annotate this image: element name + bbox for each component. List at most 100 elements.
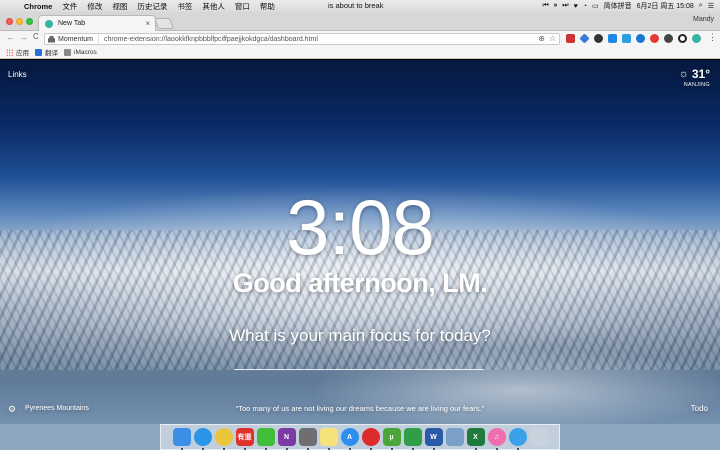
tab-new-tab[interactable]: New Tab × [38,15,156,31]
address-bar[interactable]: Momentum chrome-extension://laookkfknpbb… [44,33,560,45]
battery-icon[interactable]: ▭ [592,2,599,10]
macos-dock: 有道 N Aµ W X ♫ [160,424,560,450]
bookmark-translate[interactable]: 翻译 [35,47,58,57]
bookmark-apps[interactable]: 应用 [6,47,29,57]
dock-itunes-icon[interactable]: ♫ [487,428,506,450]
dock-evernote-icon[interactable] [403,428,422,450]
dock-chrome-icon[interactable] [214,428,233,450]
menu-app-name[interactable]: Chrome [24,2,52,11]
focus-question: What is your main focus for today? [229,326,491,345]
dock-icon-label: N [283,433,290,441]
dock-icon-label: ♫ [493,433,500,441]
wifi-icon[interactable]: ◔ [583,3,587,10]
greeting: Good afternoon, LM. [232,268,488,298]
menu-history[interactable]: 历史记录 [137,1,167,12]
temperature: 31° [691,67,710,81]
dock-wechat-icon[interactable] [256,428,275,450]
weather-widget[interactable]: ☼ 31° NANJING [679,67,710,88]
dock-qq-icon[interactable] [508,428,527,450]
dock-icon-label: X [473,433,478,441]
url-text[interactable]: chrome-extension://laookkfknpbbblfpciffp… [99,36,318,43]
minimize-window-button[interactable] [16,18,23,25]
browser-toolbar: ← → C Momentum chrome-extension://laookk… [0,31,720,46]
ring-extension-icon[interactable] [678,34,687,43]
menubar-clock[interactable]: 6月2日 周五 15:08 [637,1,694,11]
menu-help[interactable]: 帮助 [260,1,275,12]
dock-word-icon[interactable]: W [424,428,443,450]
menu-bookmarks[interactable]: 书签 [177,1,192,12]
new-tab-button[interactable] [153,18,175,29]
pause-icon[interactable]: ⏸ [554,2,558,10]
notification-center-icon[interactable]: ☰ [708,2,714,10]
bookmarks-bar: 应用 翻译 iMacros [0,46,720,59]
daily-quote: “Too many of us are not living our dream… [235,404,485,413]
dark-extension-icon[interactable] [664,34,673,43]
momentum-dashboard: Links ☼ 31° NANJING 3:08 Good afternoon,… [0,60,720,424]
dock-trash-icon[interactable] [529,428,548,446]
heart-icon[interactable]: ♥ [574,3,578,10]
dock-system-preferences-icon[interactable] [298,428,317,450]
profile-button[interactable]: Mandy [693,16,714,23]
bookmark-imacros[interactable]: iMacros [64,48,97,56]
dock-icon-label: A [346,433,353,441]
menu-people[interactable]: 其他人 [202,1,225,12]
browser-tabstrip: New Tab × Mandy [0,12,720,31]
circle-extension-icon[interactable] [594,34,603,43]
pocket-extension-icon[interactable] [608,34,617,43]
dock-netease-music-icon[interactable] [361,428,380,450]
previous-track-icon[interactable]: ⏮ [542,2,548,10]
extension-chip[interactable]: Momentum [45,34,100,44]
dock-youdao-icon[interactable]: 有道 [235,428,254,450]
gmail-extension-icon[interactable] [566,34,575,43]
macos-menubar: Chrome 文件 修改 视图 历史记录 书签 其他人 窗口 帮助 is abo… [0,0,720,12]
clock: 3:08 [286,183,435,271]
focus-input[interactable] [234,352,484,368]
bookmark-label: 应用 [16,50,29,57]
momentum-extension-icon[interactable] [692,34,701,43]
dock-onenote-icon[interactable]: N [277,428,296,450]
bookmark-label: 翻译 [45,50,58,57]
dock-safari-icon[interactable] [193,428,212,450]
puzzle-icon [48,35,55,43]
back-button[interactable]: ← [6,32,15,42]
menu-edit[interactable]: 修改 [87,1,102,12]
links-button[interactable]: Links [8,70,27,79]
extension-chip-label: Momentum [58,35,94,43]
dock-app-store-icon[interactable]: A [340,428,359,450]
site-settings-icon[interactable]: ⊕ [538,34,545,43]
apps-grid-icon [6,48,13,56]
tab-close-icon[interactable]: × [145,19,150,28]
next-track-icon[interactable]: ⏭ [562,2,568,10]
close-window-button[interactable] [6,18,13,25]
todo-button[interactable]: Todo [691,404,708,413]
tab-title: New Tab [58,20,86,27]
dock-utorrent-icon[interactable]: µ [382,428,401,450]
sun-icon: ☼ [678,68,689,80]
dock-icon-label: 有道 [237,434,252,441]
bookmark-label: iMacros [74,48,97,56]
folder-icon [64,48,71,56]
reload-button[interactable]: C [33,32,39,41]
weather-city: NANJING [683,82,710,88]
menu-window[interactable]: 窗口 [235,1,250,12]
desktop-bottom: 有道 N Aµ W X ♫ [0,424,720,450]
v-extension-icon[interactable] [622,34,631,43]
diamond-extension-icon[interactable] [579,33,590,44]
spotlight-icon[interactable]: ⌕ [699,2,703,10]
menubar-status-area: ⏮ ⏸ ⏭ ♥ ◔ ▭ 简体拼音 6月2日 周五 15:08 ⌕ ☰ [542,0,714,12]
dock-notes-icon[interactable] [319,428,338,450]
bookmark-star-icon[interactable]: ☆ [549,34,556,43]
dock-finder-icon[interactable] [172,428,191,450]
input-method[interactable]: 简体拼音 [604,1,632,11]
forward-button[interactable]: → [19,32,28,42]
zoom-window-button[interactable] [26,18,33,25]
focus-underline [234,369,484,370]
adblock-extension-icon[interactable] [650,34,659,43]
blue-extension-icon[interactable] [636,34,645,43]
dock-preview-icon[interactable] [445,428,464,446]
dock-icon-label: W [430,433,437,441]
menu-file[interactable]: 文件 [62,1,77,12]
menu-view[interactable]: 视图 [112,1,127,12]
chrome-menu-icon[interactable]: ⋮ [708,32,717,43]
dock-excel-icon[interactable]: X [466,428,485,450]
